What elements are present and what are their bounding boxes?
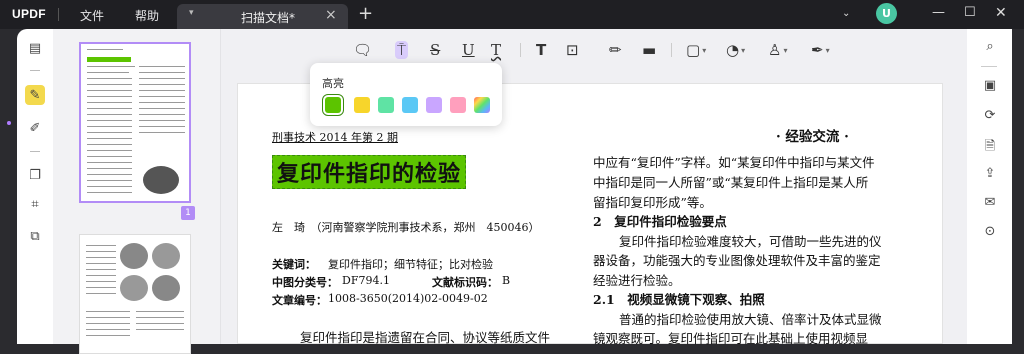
highlight-color-popup: 高亮 xyxy=(310,63,502,126)
left-rail xyxy=(0,29,17,344)
tab-close-icon[interactable]: × xyxy=(325,7,337,23)
divider xyxy=(30,151,40,152)
text-box-icon[interactable]: ⊡ xyxy=(566,41,579,59)
right-line-3: 留指印复印形成”等。 xyxy=(593,195,712,210)
crop-icon[interactable]: ⌗ xyxy=(25,194,45,214)
section-2-line-2: 器设备，功能强大的专业图像处理软件及丰富的鉴定 xyxy=(593,253,881,268)
ocr-icon[interactable]: ▣ xyxy=(981,78,999,96)
thumb-highlight xyxy=(87,57,131,62)
color-swatch-yellow[interactable] xyxy=(354,97,370,113)
chevron-down-icon[interactable]: ⌄ xyxy=(842,8,850,19)
signature-icon[interactable]: ✒ ▾ xyxy=(811,41,830,59)
ocr-tool-icon[interactable]: ⧉ xyxy=(25,226,45,246)
thumbnail-panel: 1 xyxy=(53,29,221,354)
text-icon[interactable]: T xyxy=(536,41,546,59)
protect-icon[interactable]: 🗎 xyxy=(981,137,999,155)
right-line-2: 中指印是同一人所留”或“某复印件上指印是某人所 xyxy=(593,175,869,190)
squiggly-icon[interactable]: T xyxy=(491,41,501,59)
section-2-line-1: 复印件指印检验难度较大，可借助一些先进的仪 xyxy=(619,234,882,249)
organize-pages-icon[interactable]: ❐ xyxy=(25,165,45,185)
author-line: 左 琦 （河南警察学院刑事技术系，郑州 450046） xyxy=(272,221,540,234)
document-tab[interactable]: ▾ 扫描文档* × xyxy=(177,4,348,29)
eraser-icon[interactable]: ▬ xyxy=(642,41,656,59)
close-window-icon[interactable]: ✕ xyxy=(995,5,1007,21)
email-icon[interactable]: ✉ xyxy=(981,195,999,213)
avatar[interactable]: U xyxy=(876,3,897,24)
shape-icon[interactable]: ▢ ▾ xyxy=(686,41,706,59)
right-line-1: 中应有“复印件”字样。如“某复印件中指印与某文件 xyxy=(593,155,875,170)
color-swatch-custom[interactable] xyxy=(474,97,490,113)
comment-icon[interactable]: 🗨 xyxy=(353,41,372,59)
pencil-icon[interactable]: ✏ xyxy=(609,41,622,59)
thumb-fingerprint-image xyxy=(120,243,148,269)
thumb-fingerprint-image xyxy=(152,243,180,269)
keywords-label: 关键词： xyxy=(272,258,316,271)
document-area: 🗨 ⍑ S U T T ⊡ ✏ ▬ ▢ ▾ ◔ ▾ ♙ ▾ ✒ ▾ 高亮 刑事技术 20… xyxy=(221,29,967,346)
sticker-icon[interactable]: ◔ ▾ xyxy=(726,41,745,59)
doc-code-label: 文献标识码： xyxy=(432,276,498,289)
doc-code-value: B xyxy=(502,274,511,287)
tab-title: 扫描文档* xyxy=(241,11,296,25)
strikethrough-icon[interactable]: S xyxy=(430,41,440,59)
article-no-label: 文章编号： xyxy=(272,294,327,307)
divider xyxy=(671,43,672,57)
sparkle-icon[interactable] xyxy=(7,121,11,125)
maximize-icon[interactable]: ☐ xyxy=(964,5,976,20)
search-icon[interactable]: ⌕ xyxy=(981,39,999,57)
article-no-value: 1008-3650(2014)02-0049-02 xyxy=(328,292,488,305)
reader-icon[interactable]: ▤ xyxy=(25,38,45,58)
tab-dropdown-icon[interactable]: ▾ xyxy=(189,8,194,18)
menu-file[interactable]: 文件 xyxy=(80,7,104,24)
thumb-fingerprint-image xyxy=(143,166,179,194)
color-swatch-pink[interactable] xyxy=(450,97,466,113)
left-toolbar: ▤ ✎ ✐ ❐ ⌗ ⧉ xyxy=(17,29,53,344)
page-header-left: 刑事技术 2014 年第 2 期 xyxy=(272,131,398,144)
share-icon[interactable]: ⇪ xyxy=(981,166,999,184)
keywords: 复印件指印；细节特征；比对检验 xyxy=(328,258,493,271)
clc-label: 中图分类号： xyxy=(272,276,338,289)
section-2-title: 2 复印件指印检验要点 xyxy=(593,214,727,229)
article-title[interactable]: 复印件指印的检验 xyxy=(272,155,467,189)
save-icon[interactable]: ⊙ xyxy=(981,224,999,242)
page-thumbnail-1[interactable] xyxy=(79,42,191,203)
menu-help[interactable]: 帮助 xyxy=(135,7,159,24)
edit-pdf-icon[interactable]: ✐ xyxy=(25,118,45,138)
right-toolbar: ⌕ ▣ ⟳ 🗎 ⇪ ✉ ⊙ xyxy=(967,29,1012,344)
divider xyxy=(981,66,997,67)
app-logo: UPDF xyxy=(12,7,59,21)
color-swatch-green[interactable] xyxy=(322,94,344,116)
highlight-icon[interactable]: ⍑ xyxy=(395,41,409,59)
popup-label: 高亮 xyxy=(322,77,344,90)
comment-tool-icon[interactable]: ✎ xyxy=(25,85,45,105)
color-swatch-mint[interactable] xyxy=(378,97,394,113)
convert-icon[interactable]: ⟳ xyxy=(981,108,999,126)
left-paragraph: 复印件指印是指遗留在合同、协议等纸质文件 xyxy=(300,330,551,345)
thumb-fingerprint-image xyxy=(120,275,148,301)
divider xyxy=(30,70,40,71)
section-2-1-line-1: 普通的指印检验使用放大镜、倍率计及体式显微 xyxy=(619,312,882,327)
color-swatch-purple[interactable] xyxy=(426,97,442,113)
color-swatch-blue[interactable] xyxy=(402,97,418,113)
thumb-fingerprint-image xyxy=(152,275,180,301)
divider xyxy=(520,43,521,57)
page-number-badge: 1 xyxy=(181,206,195,220)
scrollbar[interactable] xyxy=(1012,29,1024,344)
new-tab-icon[interactable]: + xyxy=(358,3,373,24)
section-2-1-title: 2.1 视频显微镜下观察、拍照 xyxy=(593,292,765,307)
section-2-1-line-2: 镜观察既可。复印件指印可在此基础上使用视频显 xyxy=(593,331,869,346)
page-thumbnail-2[interactable] xyxy=(79,234,191,354)
title-bar: UPDF 文件 帮助 ▾ 扫描文档* × + ⌄ U — ☐ ✕ xyxy=(0,0,1024,29)
clc-value: DF794.1 xyxy=(342,274,390,287)
minimize-icon[interactable]: — xyxy=(932,5,945,20)
stamp-icon[interactable]: ♙ ▾ xyxy=(768,41,787,59)
underline-icon[interactable]: U xyxy=(462,41,475,59)
section-2-line-3: 经验进行检验。 xyxy=(593,273,681,288)
page-header-right: · 经验交流 · xyxy=(776,129,849,145)
